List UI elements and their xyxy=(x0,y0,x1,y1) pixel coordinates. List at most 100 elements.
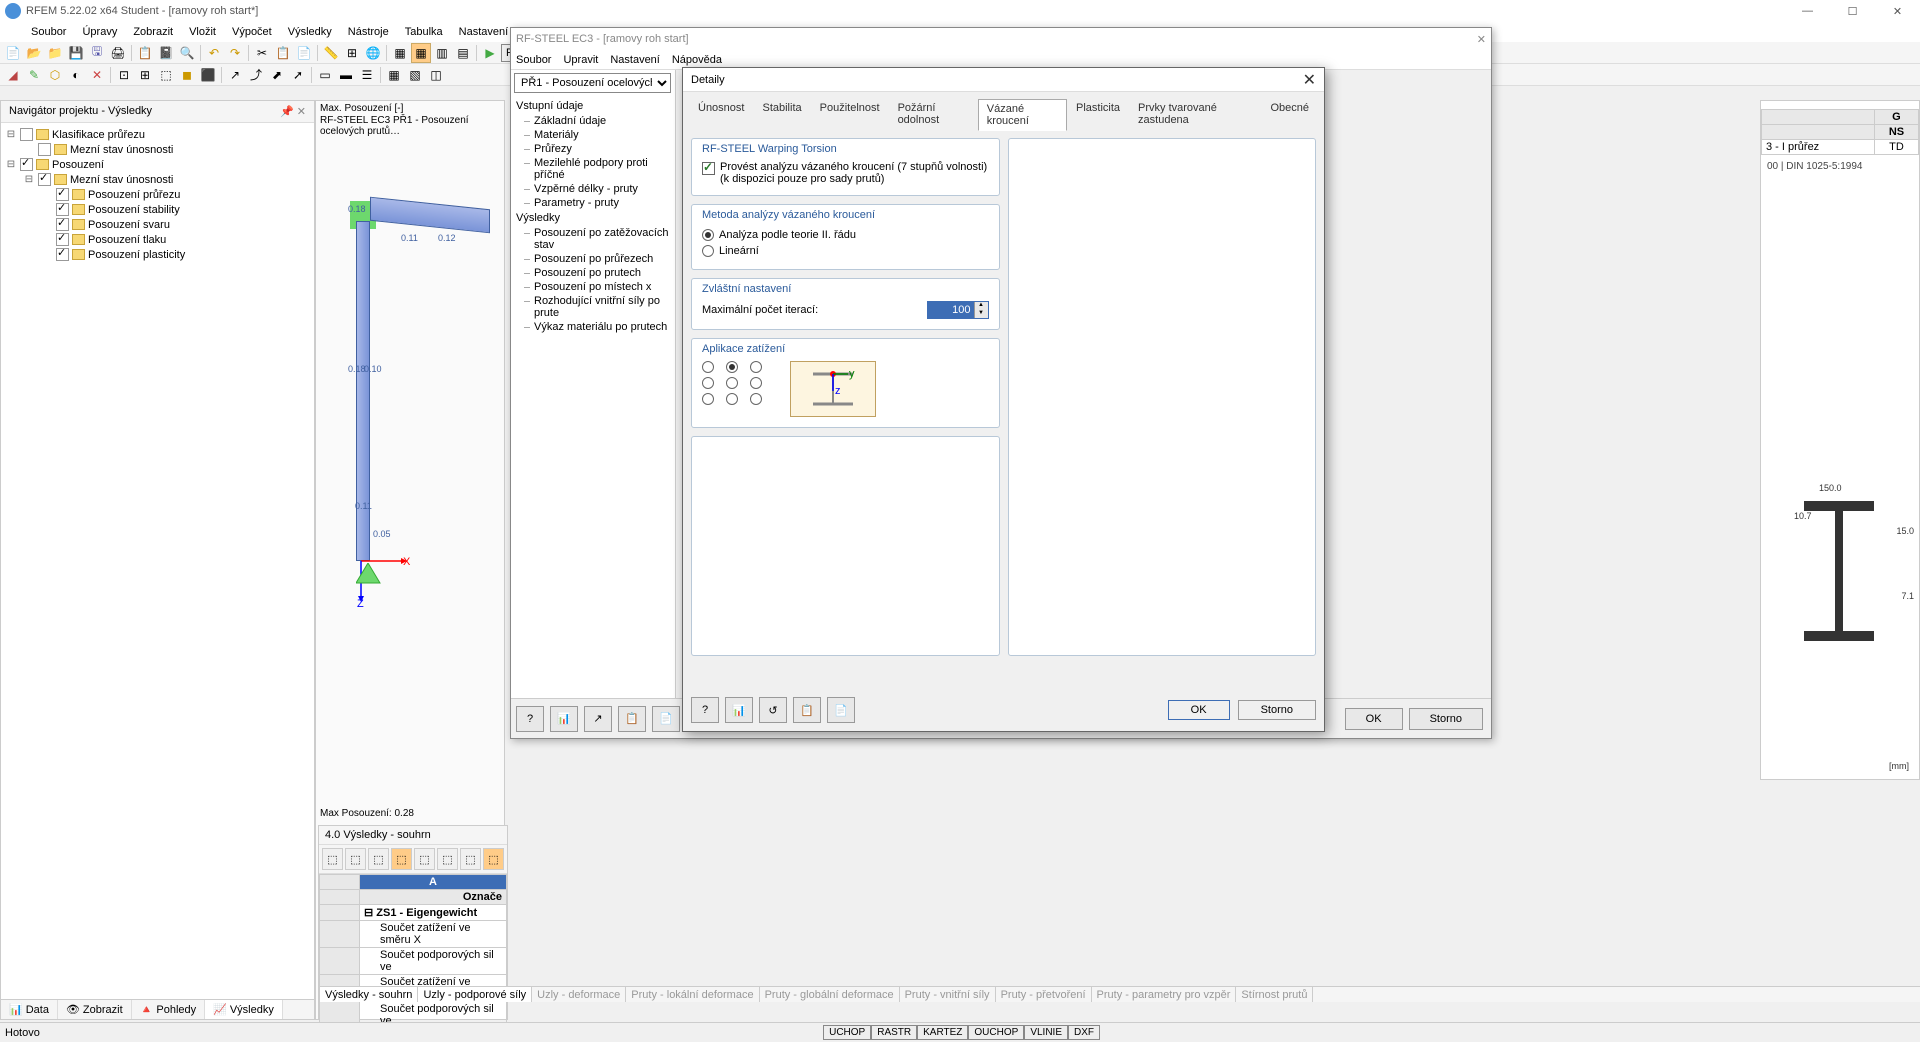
rt-5[interactable]: ⬚ xyxy=(414,848,435,870)
rt-7[interactable]: ⬚ xyxy=(460,848,481,870)
tool-b[interactable]: 📓 xyxy=(156,43,176,63)
tab-pouzitelnost[interactable]: Použitelnost xyxy=(811,98,889,130)
btab-7[interactable]: Pruty - parametry pro vzpěr xyxy=(1092,987,1237,1002)
toggle-ouchop[interactable]: OUCHOP xyxy=(968,1025,1024,1040)
copy-icon[interactable]: 📋 xyxy=(273,43,293,63)
rfs-menu-napoveda[interactable]: Nápověda xyxy=(672,54,722,66)
close-button[interactable]: ✕ xyxy=(1875,0,1920,22)
dlg-paste-button[interactable]: 📄 xyxy=(827,697,855,723)
units-button[interactable]: 📊 xyxy=(550,706,578,732)
print-icon[interactable]: 🖨 xyxy=(108,43,128,63)
menu-upravy[interactable]: Úpravy xyxy=(76,24,123,40)
grid-icon[interactable]: ⊞ xyxy=(342,43,362,63)
tab-pozarni[interactable]: Požární odolnost xyxy=(889,98,978,130)
t2-16[interactable]: ▬ xyxy=(336,65,356,85)
load-pos-3[interactable] xyxy=(750,361,762,373)
btab-3[interactable]: Pruty - lokální deformace xyxy=(626,987,759,1002)
menu-soubor[interactable]: Soubor xyxy=(25,24,72,40)
t2-6[interactable]: ⊡ xyxy=(114,65,134,85)
view2-icon[interactable]: ▦ xyxy=(411,43,431,63)
load-pos-7[interactable] xyxy=(702,393,714,405)
rt-4[interactable]: ⬚ xyxy=(391,848,412,870)
menu-vypocet[interactable]: Výpočet xyxy=(226,24,278,40)
dlg-units-button[interactable]: 📊 xyxy=(725,697,753,723)
t2-19[interactable]: ▧ xyxy=(405,65,425,85)
tab-vysledky[interactable]: 📈Výsledky xyxy=(205,1000,283,1019)
minimize-button[interactable]: — xyxy=(1785,0,1830,22)
btab-6[interactable]: Pruty - přetvoření xyxy=(996,987,1092,1002)
load-pos-1[interactable] xyxy=(702,361,714,373)
open2-icon[interactable]: 📁 xyxy=(45,43,65,63)
dlg-ok-button[interactable]: OK xyxy=(1168,700,1230,720)
t2-3[interactable]: ⬡ xyxy=(45,65,65,85)
dlg-default-button[interactable]: ↺ xyxy=(759,697,787,723)
t2-9[interactable]: ◼ xyxy=(177,65,197,85)
cut-icon[interactable]: ✂ xyxy=(252,43,272,63)
dlg-title-bar[interactable]: Detaily ✕ xyxy=(683,68,1324,92)
toggle-vlinie[interactable]: VLINIE xyxy=(1024,1025,1068,1040)
rfs-menu-soubor[interactable]: Soubor xyxy=(516,54,551,66)
t2-13[interactable]: ⬈ xyxy=(267,65,287,85)
results-table[interactable]: A Označe ⊟ ZS1 - Eigengewicht Součet zat… xyxy=(319,874,507,1029)
menu-vlozit[interactable]: Vložit xyxy=(183,24,222,40)
tab-obecne[interactable]: Obecné xyxy=(1261,98,1318,130)
navigator-tree[interactable]: ⊟Klasifikace průřezu Mezní stav únosnost… xyxy=(1,123,314,999)
t2-11[interactable]: ↗ xyxy=(225,65,245,85)
case-combo[interactable]: PŘ1 - Posouzení ocelových pru xyxy=(514,73,671,93)
rt-6[interactable]: ⬚ xyxy=(437,848,458,870)
t2-1[interactable]: ◢ xyxy=(3,65,23,85)
new-icon[interactable]: 📄 xyxy=(3,43,23,63)
load-pos-5[interactable] xyxy=(726,377,738,389)
toggle-rastr[interactable]: RASTR xyxy=(871,1025,917,1040)
t2-2[interactable]: ✎ xyxy=(24,65,44,85)
dlg-copy-button[interactable]: 📋 xyxy=(793,697,821,723)
view1-icon[interactable]: ▦ xyxy=(390,43,410,63)
run-icon[interactable]: ▶ xyxy=(480,43,500,63)
navigator-pin-icon[interactable]: 📌 ✕ xyxy=(280,105,306,118)
t2-18[interactable]: ▦ xyxy=(384,65,404,85)
btab-2[interactable]: Uzly - deformace xyxy=(532,987,626,1002)
btab-1[interactable]: Uzly - podporové síly xyxy=(418,987,532,1002)
t2-12[interactable]: ⤴ xyxy=(246,65,266,85)
world-icon[interactable]: 🌐 xyxy=(363,43,383,63)
save-icon[interactable]: 💾 xyxy=(66,43,86,63)
rfsteel-close-icon[interactable]: ✕ xyxy=(1477,33,1486,46)
load-pos-8[interactable] xyxy=(726,393,738,405)
tree-input[interactable]: Vstupní údaje xyxy=(516,98,670,114)
rfs-ok-button[interactable]: OK xyxy=(1345,708,1403,730)
t2-7[interactable]: ⊞ xyxy=(135,65,155,85)
dlg-storno-button[interactable]: Storno xyxy=(1238,700,1316,720)
view4-icon[interactable]: ▤ xyxy=(453,43,473,63)
toggle-uchop[interactable]: UCHOP xyxy=(823,1025,871,1040)
max-iterations-input[interactable]: ▲▼ xyxy=(927,301,989,319)
rfs-storno-button[interactable]: Storno xyxy=(1409,708,1483,730)
btab-0[interactable]: Výsledky - souhrn xyxy=(320,987,418,1002)
load-pos-4[interactable] xyxy=(702,377,714,389)
help-button[interactable]: ? xyxy=(516,706,544,732)
warping-analysis-checkbox[interactable] xyxy=(702,162,715,175)
copy-button[interactable]: 📋 xyxy=(618,706,646,732)
btab-4[interactable]: Pruty - globální deformace xyxy=(760,987,900,1002)
paste-button[interactable]: 📄 xyxy=(652,706,680,732)
dlg-help-button[interactable]: ? xyxy=(691,697,719,723)
undo-icon[interactable]: ↶ xyxy=(204,43,224,63)
spin-down-icon[interactable]: ▼ xyxy=(974,310,988,318)
rt-8[interactable]: ⬚ xyxy=(483,848,504,870)
tab-pohledy[interactable]: 🔺Pohledy xyxy=(132,1000,205,1019)
load-pos-2[interactable] xyxy=(726,361,738,373)
tab-plasticita[interactable]: Plasticita xyxy=(1067,98,1129,130)
spin-up-icon[interactable]: ▲ xyxy=(974,302,988,310)
paste-icon[interactable]: 📄 xyxy=(294,43,314,63)
menu-vysledky[interactable]: Výsledky xyxy=(282,24,338,40)
saveall-icon[interactable]: 🖫 xyxy=(87,43,107,63)
maximize-button[interactable]: ☐ xyxy=(1830,0,1875,22)
tool-c[interactable]: 🔍 xyxy=(177,43,197,63)
t2-20[interactable]: ◫ xyxy=(426,65,446,85)
rt-2[interactable]: ⬚ xyxy=(345,848,366,870)
load-pos-9[interactable] xyxy=(750,393,762,405)
redo-icon[interactable]: ↷ xyxy=(225,43,245,63)
menu-tabulka[interactable]: Tabulka xyxy=(399,24,449,40)
toggle-dxf[interactable]: DXF xyxy=(1068,1025,1100,1040)
rfsteel-title-bar[interactable]: RF-STEEL EC3 - [ramovy roh start] ✕ xyxy=(511,28,1491,50)
radio-linear[interactable] xyxy=(702,245,714,257)
